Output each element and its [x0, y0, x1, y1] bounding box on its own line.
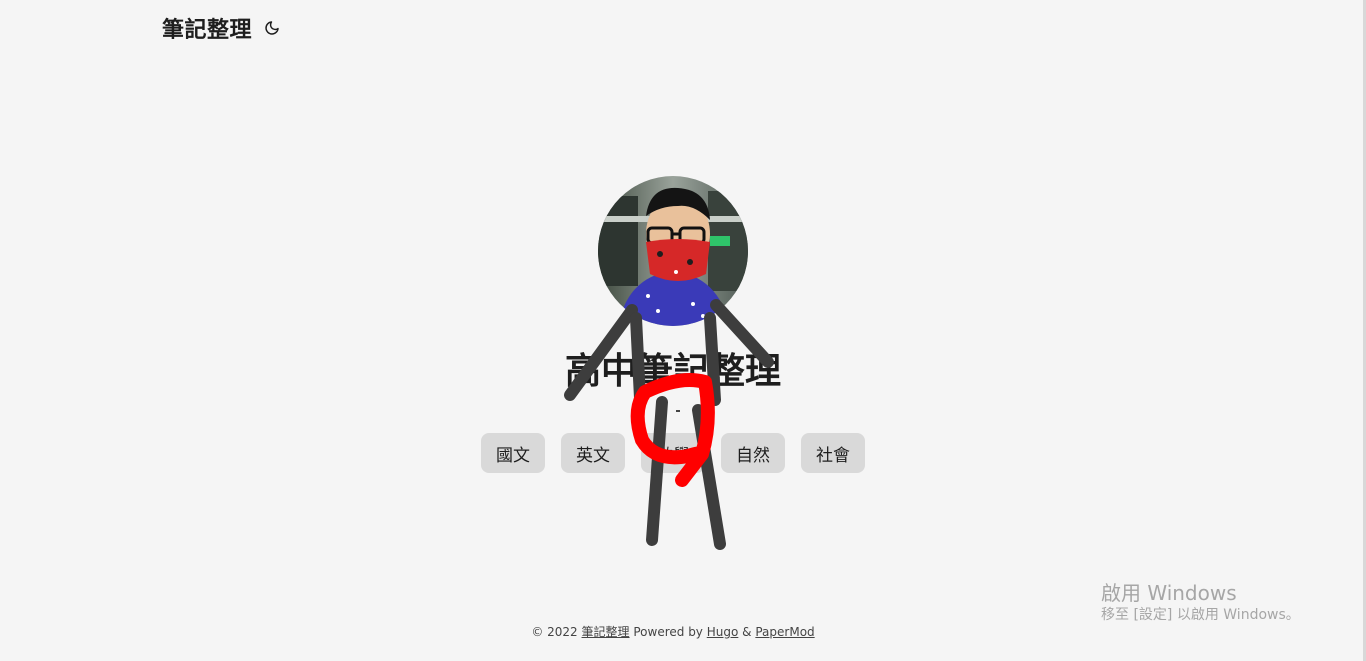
page-title: 高中筆記整理	[564, 351, 781, 392]
subject-buttons: 國文 英文 數學 自然 社會	[481, 433, 865, 473]
subject-button-math[interactable]: 數學	[641, 433, 705, 473]
avatar	[598, 176, 748, 326]
site-logo-link[interactable]: 筆記整理	[162, 12, 252, 44]
page: 筆記整理 高中筆記整理 國文 英文 數學 自然 社會 © 2022 筆記整理 P…	[0, 0, 1366, 661]
watermark-subtitle: 移至 [設定] 以啟用 Windows。	[1101, 607, 1300, 623]
windows-activation-watermark: 啟用 Windows 移至 [設定] 以啟用 Windows。	[1101, 581, 1300, 625]
ampersand-text: &	[742, 625, 752, 639]
hugo-link[interactable]: Hugo	[707, 625, 739, 639]
subject-button-social[interactable]: 社會	[801, 433, 865, 473]
subject-button-english[interactable]: 英文	[561, 433, 625, 473]
stick-figure-doodle	[564, 299, 774, 550]
copyright-text: © 2022	[531, 625, 578, 639]
site-header: 筆記整理	[162, 12, 282, 44]
subject-button-science[interactable]: 自然	[721, 433, 785, 473]
footer-site-link[interactable]: 筆記整理	[582, 625, 630, 639]
moon-icon[interactable]	[262, 18, 282, 38]
papermod-link[interactable]: PaperMod	[755, 625, 814, 639]
watermark-title: 啟用 Windows	[1101, 581, 1237, 605]
site-footer: © 2022 筆記整理 Powered by Hugo & PaperMod	[0, 623, 1346, 640]
subject-button-chinese[interactable]: 國文	[481, 433, 545, 473]
powered-by-text: Powered by	[633, 625, 703, 639]
subtitle	[676, 410, 680, 412]
